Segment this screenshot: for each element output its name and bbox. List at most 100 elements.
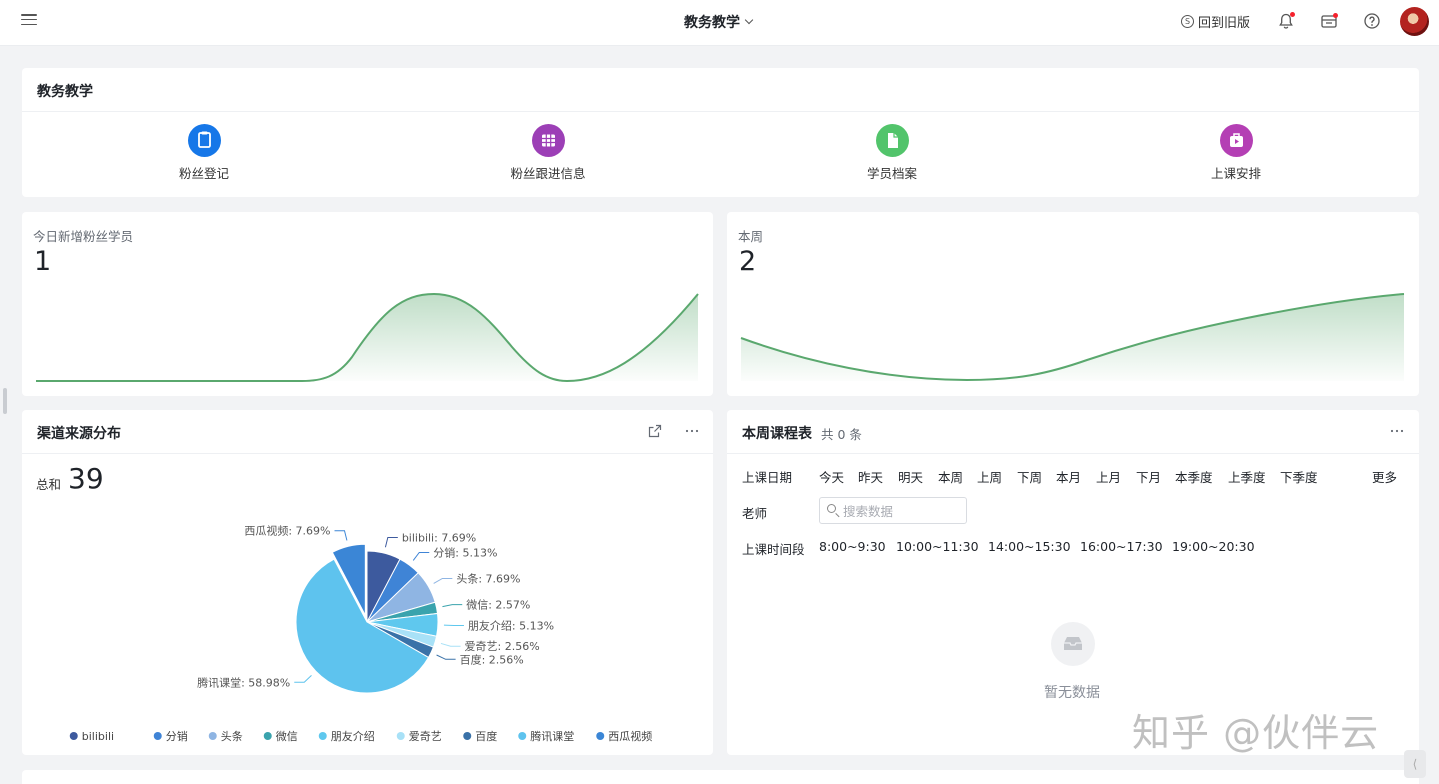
legend-label: 百度 (475, 729, 497, 743)
slice-label: 朋友介绍: 5.13% (468, 619, 554, 633)
channel-pie-chart: bilibili: 7.69%分销: 5.13% 头条: 7.69% 微信: 2.5… (69, 524, 652, 743)
date-option-tomorrow[interactable]: 明天 (898, 467, 923, 486)
legend-label: 分销 (166, 729, 188, 743)
schedule-count: 共 0 条 (821, 427, 862, 442)
watermark: 知乎 @伙伴云 (1132, 711, 1380, 755)
legend-swatch (396, 732, 405, 740)
legend-item[interactable]: 头条 (208, 729, 243, 743)
quick-action-fan-followup[interactable]: 粉丝跟进信息 (488, 124, 608, 182)
quick-action-label: 粉丝登记 (178, 166, 229, 181)
quick-action-student-records[interactable]: 学员档案 (832, 124, 952, 182)
legend-swatch (518, 732, 527, 740)
date-option-more[interactable]: 更多 (1372, 467, 1397, 486)
legend-label: 头条 (221, 729, 243, 743)
date-option-next-week[interactable]: 下周 (1017, 467, 1042, 486)
label-leader-line (440, 642, 461, 647)
quick-action-label: 粉丝跟进信息 (510, 166, 586, 181)
bell-icon[interactable] (1276, 11, 1296, 31)
date-option-this-month[interactable]: 本月 (1056, 467, 1081, 486)
legend-item[interactable]: 西瓜视频 (596, 729, 652, 743)
workspace-switcher[interactable]: 教务教学 (684, 12, 754, 32)
teacher-search-box[interactable] (819, 497, 967, 524)
legend-label: 爱奇艺 (409, 730, 442, 743)
legend-swatch (208, 732, 217, 740)
collapse-panel-button[interactable]: ⟨ (1404, 750, 1426, 778)
teacher-filter-label: 老师 (742, 506, 768, 521)
slice-label: 西瓜视频: 7.69% (244, 524, 330, 538)
clipboard-icon (187, 124, 221, 157)
search-icon (827, 504, 836, 513)
date-option-yesterday[interactable]: 昨天 (858, 467, 883, 486)
time-option[interactable]: 10:00~11:30 (896, 539, 979, 554)
date-filter-label: 上课日期 (742, 470, 793, 485)
avatar[interactable] (1400, 7, 1429, 36)
grid-icon (531, 124, 565, 157)
label-leader-line (433, 577, 453, 584)
legend-swatch (318, 732, 327, 740)
notification-dot (1290, 12, 1295, 17)
slice-label: 头条: 7.69% (456, 571, 520, 585)
label-leader-line (334, 530, 348, 541)
slice-label: 腾讯课堂: 58.98% (197, 675, 290, 689)
sidebar-resize-handle[interactable] (3, 388, 7, 414)
divider (22, 111, 1419, 112)
quick-actions-title: 教务教学 (37, 84, 93, 100)
file-icon (875, 124, 909, 157)
legend-label: 西瓜视频 (608, 729, 652, 743)
video-bag-icon (1219, 124, 1253, 157)
date-option-today[interactable]: 今天 (819, 467, 844, 486)
help-icon[interactable] (1362, 11, 1382, 31)
time-option[interactable]: 8:00~9:30 (819, 539, 886, 554)
s-circle-icon: S (1181, 15, 1194, 28)
today-stat-card: 今日新增粉丝学员 1 (22, 212, 713, 396)
stat-value: 1 (34, 246, 52, 277)
legend-item[interactable]: 朋友介绍 (318, 729, 375, 743)
date-option-this-quarter[interactable]: 本季度 (1175, 467, 1213, 486)
time-filter-label: 上课时间段 (742, 542, 805, 557)
time-option[interactable]: 19:00~20:30 (1172, 539, 1255, 554)
date-option-next-month[interactable]: 下月 (1136, 467, 1161, 486)
week-trend-chart (740, 293, 1405, 382)
legend-swatch (263, 732, 272, 740)
legend-swatch (69, 732, 78, 740)
date-option-last-month[interactable]: 上月 (1096, 467, 1121, 486)
date-option-this-week[interactable]: 本周 (938, 467, 963, 486)
label-leader-line (294, 674, 312, 683)
legend-item[interactable]: 分销 (153, 729, 188, 743)
teacher-search-input[interactable] (843, 501, 961, 521)
old-version-link[interactable]: S 回到旧版 (1181, 12, 1250, 31)
quick-action-label: 上课安排 (1210, 166, 1261, 181)
next-card-edge (22, 770, 1419, 784)
menu-icon[interactable] (21, 14, 37, 28)
time-option[interactable]: 14:00~15:30 (988, 539, 1071, 554)
workspace-title: 教务教学 (684, 15, 740, 31)
label-leader-line (436, 654, 456, 660)
label-leader-line (442, 604, 463, 608)
stat-label: 本周 (738, 229, 764, 244)
legend-item[interactable]: bilibili (69, 730, 114, 743)
more-icon[interactable] (1389, 423, 1405, 439)
inbox-icon[interactable] (1319, 11, 1339, 31)
date-option-last-quarter[interactable]: 上季度 (1228, 467, 1266, 486)
slice-label: 百度: 2.56% (460, 652, 524, 666)
slice-label: 爱奇艺: 2.56% (465, 640, 540, 653)
date-option-next-quarter[interactable]: 下季度 (1280, 467, 1318, 486)
legend-item[interactable]: 爱奇艺 (396, 730, 442, 743)
divider (727, 453, 1419, 454)
empty-text: 暂无数据 (1044, 685, 1100, 701)
quick-action-label: 学员档案 (866, 166, 917, 181)
time-option[interactable]: 16:00~17:30 (1080, 539, 1163, 554)
legend-label: 朋友介绍 (331, 729, 375, 743)
old-version-label: 回到旧版 (1198, 16, 1251, 31)
quick-action-fan-register[interactable]: 粉丝登记 (144, 124, 264, 182)
quick-action-class-schedule[interactable]: 上课安排 (1176, 124, 1296, 182)
legend-item[interactable]: 百度 (463, 729, 497, 743)
legend-swatch (153, 732, 162, 740)
date-option-last-week[interactable]: 上周 (977, 467, 1002, 486)
quick-actions-card: 教务教学 粉丝登记 粉丝跟进信息 学员档案 上课安排 (22, 68, 1419, 197)
legend-item[interactable]: 微信 (263, 729, 298, 743)
week-stat-card: 本周 2 (727, 212, 1419, 396)
legend-item[interactable]: 腾讯课堂 (518, 729, 574, 743)
legend-label: 微信 (276, 729, 298, 743)
legend-swatch (463, 732, 472, 740)
